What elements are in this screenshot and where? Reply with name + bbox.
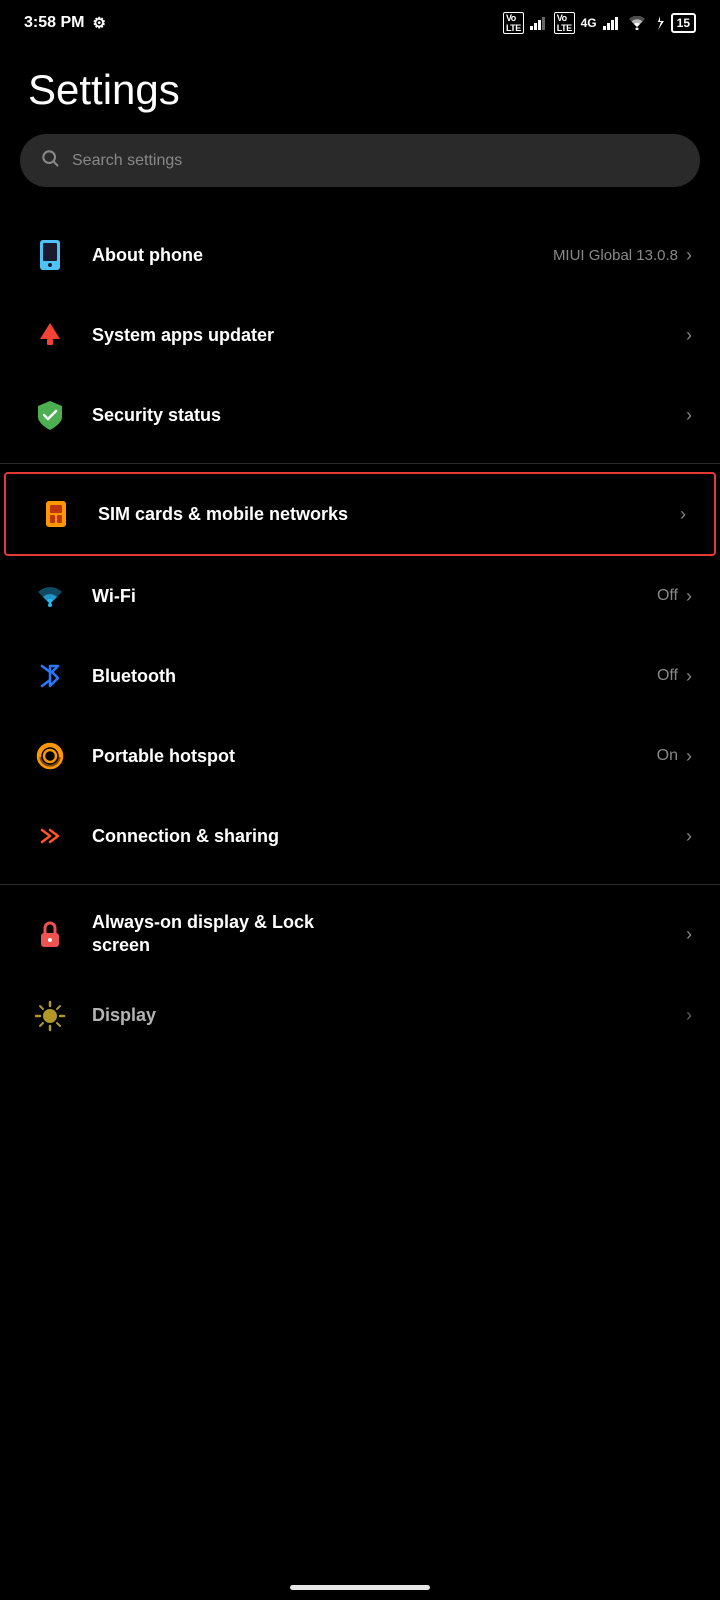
status-bar: 3:58 PM ⚙ VoLTE VoLTE 4G <box>0 0 720 42</box>
portable-hotspot-right: On › <box>657 746 692 767</box>
bluetooth-value: Off <box>657 667 678 685</box>
portable-hotspot-content: Portable hotspot <box>92 746 657 767</box>
always-on-display-right: › <box>682 924 692 945</box>
display-right: › <box>682 1005 692 1026</box>
network-4g-icon: 4G <box>581 16 597 30</box>
portable-hotspot-icon <box>28 734 72 778</box>
bluetooth-label: Bluetooth <box>92 666 176 686</box>
sim-cards-content: SIM cards & mobile networks <box>98 504 676 525</box>
system-apps-updater-label: System apps updater <box>92 325 274 345</box>
settings-gear-icon: ⚙ <box>92 14 105 32</box>
bluetooth-icon <box>28 654 72 698</box>
always-on-display-icon <box>28 912 72 956</box>
about-phone-chevron: › <box>686 245 692 266</box>
volte2-icon: VoLTE <box>554 12 575 34</box>
wifi-right: Off › <box>657 586 692 607</box>
always-on-display-content: Always-on display & Lockscreen <box>92 911 682 958</box>
sidebar-item-always-on-display[interactable]: Always-on display & Lockscreen › <box>0 893 720 976</box>
system-apps-updater-right: › <box>682 325 692 346</box>
page-title: Settings <box>0 42 720 134</box>
connection-sharing-right: › <box>682 826 692 847</box>
bottom-nav-indicator <box>290 1585 430 1590</box>
sidebar-item-portable-hotspot[interactable]: Portable hotspot On › <box>0 716 720 796</box>
security-status-chevron: › <box>686 405 692 426</box>
portable-hotspot-label: Portable hotspot <box>92 746 235 766</box>
system-apps-updater-icon <box>28 313 72 357</box>
display-content: Display <box>92 1005 682 1026</box>
bluetooth-chevron: › <box>686 666 692 687</box>
security-status-label: Security status <box>92 405 221 425</box>
system-apps-updater-chevron: › <box>686 325 692 346</box>
connection-sharing-content: Connection & sharing <box>92 826 682 847</box>
always-on-display-label: Always-on display & Lockscreen <box>92 912 314 955</box>
sim-cards-chevron: › <box>680 504 686 525</box>
settings-list: About phone MIUI Global 13.0.8 › System … <box>0 215 720 1056</box>
alert-icon <box>653 16 665 30</box>
sidebar-item-about-phone[interactable]: About phone MIUI Global 13.0.8 › <box>0 215 720 295</box>
status-time: 3:58 PM <box>24 14 84 32</box>
sim-cards-label: SIM cards & mobile networks <box>98 504 348 524</box>
about-phone-content: About phone <box>92 245 553 266</box>
connection-sharing-label: Connection & sharing <box>92 826 279 846</box>
divider-1 <box>0 463 720 464</box>
wifi-value: Off <box>657 587 678 605</box>
sidebar-item-wifi[interactable]: Wi-Fi Off › <box>0 556 720 636</box>
sidebar-item-connection-sharing[interactable]: Connection & sharing › <box>0 796 720 876</box>
sidebar-item-sim-cards[interactable]: SIM cards & mobile networks › <box>4 472 716 556</box>
security-status-right: › <box>682 405 692 426</box>
battery-level: 15 <box>677 16 690 30</box>
wifi-content: Wi-Fi <box>92 586 657 607</box>
status-right: VoLTE VoLTE 4G 15 <box>503 12 696 34</box>
status-left: 3:58 PM ⚙ <box>24 14 106 32</box>
search-bar[interactable]: Search settings <box>20 134 700 187</box>
sim-cards-right: › <box>676 504 686 525</box>
signal1-icon <box>530 16 548 30</box>
system-apps-updater-content: System apps updater <box>92 325 682 346</box>
divider-2 <box>0 884 720 885</box>
signal2-icon <box>603 16 621 30</box>
security-status-icon <box>28 393 72 437</box>
sidebar-item-system-apps-updater[interactable]: System apps updater › <box>0 295 720 375</box>
sidebar-item-security-status[interactable]: Security status › <box>0 375 720 455</box>
display-chevron: › <box>686 1005 692 1026</box>
display-icon <box>28 994 72 1038</box>
wifi-chevron: › <box>686 586 692 607</box>
wifi-label: Wi-Fi <box>92 586 136 606</box>
about-phone-right: MIUI Global 13.0.8 › <box>553 245 692 266</box>
volte1-icon: VoLTE <box>503 12 524 34</box>
search-icon <box>40 148 60 173</box>
portable-hotspot-chevron: › <box>686 746 692 767</box>
about-phone-label: About phone <box>92 245 203 265</box>
battery-icon: 15 <box>671 13 696 33</box>
about-phone-icon <box>28 233 72 277</box>
always-on-display-chevron: › <box>686 924 692 945</box>
search-placeholder: Search settings <box>72 152 182 170</box>
bluetooth-content: Bluetooth <box>92 666 657 687</box>
about-phone-value: MIUI Global 13.0.8 <box>553 247 678 264</box>
sim-cards-icon <box>34 492 78 536</box>
display-label: Display <box>92 1005 156 1025</box>
wifi-status-icon <box>627 16 647 30</box>
wifi-icon <box>28 574 72 618</box>
connection-sharing-icon <box>28 814 72 858</box>
connection-sharing-chevron: › <box>686 826 692 847</box>
portable-hotspot-value: On <box>657 747 678 765</box>
sidebar-item-bluetooth[interactable]: Bluetooth Off › <box>0 636 720 716</box>
security-status-content: Security status <box>92 405 682 426</box>
bluetooth-right: Off › <box>657 666 692 687</box>
sidebar-item-display[interactable]: Display › <box>0 976 720 1056</box>
